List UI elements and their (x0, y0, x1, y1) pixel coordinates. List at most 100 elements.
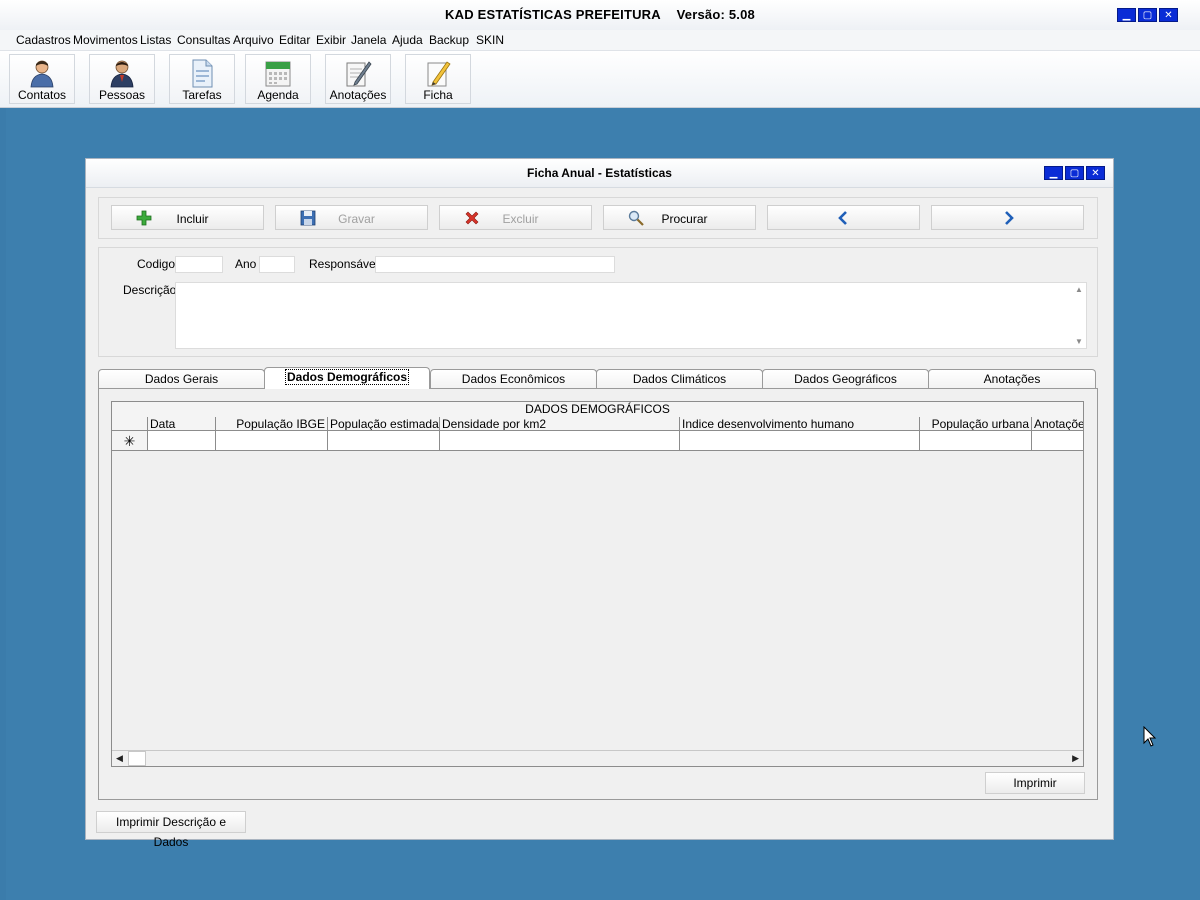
delete-label: Excluir (502, 212, 539, 226)
grid-cell[interactable] (1032, 431, 1083, 451)
scrollbar-thumb[interactable] (128, 751, 146, 766)
grid-cell[interactable] (680, 431, 920, 451)
demographic-data-grid[interactable]: DADOS DEMOGRÁFICOS Data População IBGE P… (111, 401, 1084, 767)
include-button[interactable]: Incluir (111, 205, 264, 230)
menu-ajuda[interactable]: Ajuda (392, 33, 423, 47)
tab-anotacoes-label: Anotações (983, 372, 1041, 386)
menu-janela[interactable]: Janela (351, 33, 386, 47)
toolbar-tarefas-button[interactable]: Tarefas (169, 54, 235, 104)
document-icon (192, 59, 213, 88)
tab-anotacoes[interactable]: Anotações (928, 369, 1096, 389)
toolbar-agenda-button[interactable]: Agenda (245, 54, 311, 104)
grid-cell[interactable] (216, 431, 328, 451)
toolbar-pessoas-label: Pessoas (98, 88, 146, 102)
grid-horizontal-scrollbar[interactable]: ◀ ▶ (112, 750, 1083, 766)
toolbar-contatos-label: Contatos (17, 88, 67, 102)
minimize-icon[interactable]: ▁ (1117, 8, 1136, 22)
close-icon[interactable]: ✕ (1086, 166, 1105, 180)
maximize-icon[interactable]: ▢ (1138, 8, 1157, 22)
next-record-button[interactable] (931, 205, 1084, 230)
minimize-icon[interactable]: ▁ (1044, 166, 1063, 180)
dialog-titlebar: Ficha Anual - Estatísticas ▁ ▢ ✕ (86, 159, 1113, 188)
scroll-right-icon[interactable]: ▶ (1072, 753, 1079, 764)
dialog-window-controls: ▁ ▢ ✕ (1044, 166, 1105, 180)
app-title-name: KAD ESTATÍSTICAS PREFEITURA (445, 7, 661, 22)
menu-consultas[interactable]: Consultas (177, 33, 230, 47)
menu-arquivo[interactable]: Arquivo (233, 33, 274, 47)
chevron-left-icon (838, 211, 847, 225)
column-header-populacao-estimada[interactable]: População estimada (328, 417, 440, 431)
save-button[interactable]: Gravar (275, 205, 428, 230)
year-label: Ano (235, 257, 257, 271)
mouse-pointer-icon (1143, 726, 1157, 747)
grid-cell[interactable] (440, 431, 680, 451)
scroll-left-icon[interactable]: ◀ (116, 753, 123, 764)
column-header-data[interactable]: Data (148, 417, 216, 431)
menu-backup[interactable]: Backup (429, 33, 469, 47)
maximize-icon[interactable]: ▢ (1065, 166, 1084, 180)
menu-cadastros[interactable]: Cadastros (16, 33, 71, 47)
app-titlebar: KAD ESTATÍSTICAS PREFEITURA Versão: 5.08… (0, 0, 1200, 31)
scroll-up-icon[interactable]: ▲ (1075, 285, 1083, 294)
print-button[interactable]: Imprimir (985, 772, 1085, 794)
grid-cell[interactable] (148, 431, 216, 451)
menu-skin[interactable]: SKIN (476, 33, 504, 47)
action-bar: Incluir Gravar Excluir Procurar (98, 197, 1098, 239)
grid-corner (112, 417, 148, 431)
description-scrollbar[interactable]: ▲ ▼ (1072, 283, 1086, 348)
year-input[interactable] (259, 256, 295, 273)
menu-editar[interactable]: Editar (279, 33, 310, 47)
toolbar-ficha-button[interactable]: Ficha (405, 54, 471, 104)
app-title: KAD ESTATÍSTICAS PREFEITURA Versão: 5.08 (0, 7, 1200, 22)
responsible-label: Responsável (309, 257, 379, 271)
toolbar-pessoas-button[interactable]: Pessoas (89, 54, 155, 104)
search-label: Procurar (661, 212, 708, 226)
tab-dados-demograficos[interactable]: Dados Demográficos (264, 367, 430, 389)
notepad-pen-icon (346, 61, 372, 87)
include-label: Incluir (176, 212, 209, 226)
menu-exibir[interactable]: Exibir (316, 33, 346, 47)
close-icon[interactable]: ✕ (1159, 8, 1178, 22)
dialog-title: Ficha Anual - Estatísticas (527, 166, 672, 180)
column-header-populacao-urbana[interactable]: População urbana (920, 417, 1032, 431)
code-label: Codigo (137, 257, 176, 271)
grid-cell[interactable] (328, 431, 440, 451)
search-button[interactable]: Procurar (603, 205, 756, 230)
tab-dados-gerais-label: Dados Gerais (144, 372, 219, 386)
grid-caption: DADOS DEMOGRÁFICOS (112, 402, 1083, 418)
app-title-version: Versão: 5.08 (676, 7, 755, 22)
chevron-right-icon (1005, 211, 1014, 225)
app-window-controls: ▁ ▢ ✕ (1117, 8, 1178, 22)
ficha-anual-dialog: Ficha Anual - Estatísticas ▁ ▢ ✕ Incluir… (85, 158, 1114, 849)
mdi-border (0, 108, 6, 900)
tab-dados-gerais[interactable]: Dados Gerais (98, 369, 265, 389)
toolbar-tarefas-label: Tarefas (182, 88, 222, 102)
code-input[interactable] (175, 256, 223, 273)
scroll-down-icon[interactable]: ▼ (1075, 337, 1083, 346)
delete-button[interactable]: Excluir (439, 205, 592, 230)
menu-bar: Cadastros Movimentos Listas Consultas Ar… (0, 30, 1200, 51)
previous-record-button[interactable] (767, 205, 920, 230)
menu-listas[interactable]: Listas (140, 33, 171, 47)
column-header-populacao-ibge[interactable]: População IBGE (216, 417, 328, 431)
tab-dados-economicos[interactable]: Dados Econômicos (430, 369, 597, 389)
column-header-densidade[interactable]: Densidade por km2 (440, 417, 680, 431)
menu-movimentos[interactable]: Movimentos (73, 33, 138, 47)
businessman-icon (110, 60, 134, 88)
description-textarea[interactable]: ▲ ▼ (175, 282, 1087, 349)
column-header-anotacoes[interactable]: Anotações (1032, 417, 1083, 431)
tab-strip: Dados Gerais Dados Demográficos Dados Ec… (98, 367, 1097, 389)
tab-dados-climaticos[interactable]: Dados Climáticos (596, 369, 763, 389)
pencil-paper-icon (427, 61, 451, 87)
new-row-marker[interactable]: ✳ (112, 431, 148, 451)
tab-dados-geograficos[interactable]: Dados Geográficos (762, 369, 929, 389)
grid-cell[interactable] (920, 431, 1032, 451)
responsible-input[interactable] (375, 256, 615, 273)
toolbar-contatos-button[interactable]: Contatos (9, 54, 75, 104)
column-header-idh[interactable]: Indice desenvolvimento humano (680, 417, 920, 431)
tab-dados-geograficos-label: Dados Geográficos (794, 372, 897, 386)
print-description-data-button[interactable]: Imprimir Descrição e Dados (96, 811, 246, 849)
toolbar-anotacoes-button[interactable]: Anotações (325, 54, 391, 104)
toolbar-ficha-label: Ficha (423, 88, 453, 102)
record-fields: Codigo Ano Responsável Descrição ▲ ▼ (98, 247, 1098, 357)
